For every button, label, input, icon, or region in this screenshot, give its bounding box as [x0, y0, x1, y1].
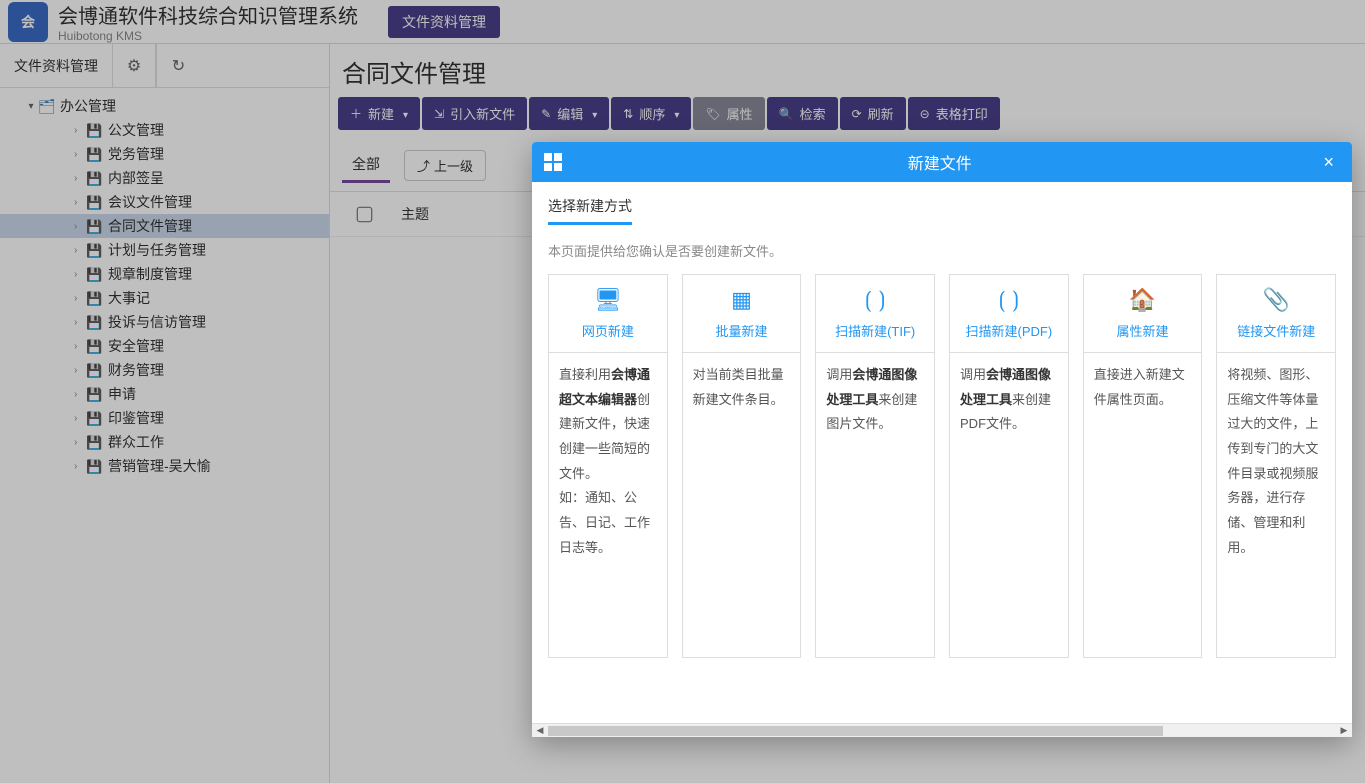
create-option-card[interactable]: 🏠 属性新建直接进入新建文件属性页面。: [1083, 274, 1203, 658]
card-header: 📎 链接文件新建: [1217, 275, 1335, 353]
modal-body: 选择新建方式 本页面提供给您确认是否要创建新文件。 🖥 网页新建直接利用会博通超文…: [532, 182, 1352, 723]
modal-horizontal-scrollbar[interactable]: ◀ ▶: [532, 723, 1352, 737]
modal-tab-select-method[interactable]: 选择新建方式: [548, 196, 632, 225]
scroll-thumb[interactable]: [548, 726, 1163, 736]
create-option-card[interactable]: 🖥 网页新建直接利用会博通超文本编辑器创建新文件，快速创建一些简短的文件。如：通知…: [548, 274, 668, 658]
card-header: 🖥 网页新建: [549, 275, 667, 353]
grid-icon: [544, 153, 562, 171]
new-file-modal: 新建文件 × 选择新建方式 本页面提供给您确认是否要创建新文件。 🖥 网页新建直接…: [532, 142, 1352, 737]
card-description: 将视频、图形、压缩文件等体量过大的文件，上传到专门的大文件目录或视频服务器，进行…: [1217, 353, 1335, 657]
card-header: ⟮ ⟯ 扫描新建(PDF): [950, 275, 1068, 353]
card-description: 对当前类目批量新建文件条目。: [683, 353, 801, 657]
card-description: 调用会博通图像处理工具来创建图片文件。: [816, 353, 934, 657]
card-icon: 🖥: [594, 287, 622, 313]
card-description: 调用会博通图像处理工具来创建PDF文件。: [950, 353, 1068, 657]
card-label: 扫描新建(PDF): [966, 321, 1053, 340]
card-row: 🖥 网页新建直接利用会博通超文本编辑器创建新文件，快速创建一些简短的文件。如：通知…: [548, 274, 1336, 658]
card-icon: ▦: [731, 287, 752, 313]
create-option-card[interactable]: 📎 链接文件新建将视频、图形、压缩文件等体量过大的文件，上传到专门的大文件目录或视…: [1216, 274, 1336, 658]
create-option-card[interactable]: ▦ 批量新建对当前类目批量新建文件条目。: [682, 274, 802, 658]
card-icon: 📎: [1262, 287, 1289, 313]
card-header: ⟮ ⟯ 扫描新建(TIF): [816, 275, 934, 353]
card-icon: ⟮ ⟯: [998, 287, 1019, 313]
modal-title: 新建文件: [562, 150, 1317, 174]
scroll-right-arrow[interactable]: ▶: [1336, 725, 1352, 736]
card-label: 批量新建: [716, 321, 768, 340]
close-button[interactable]: ×: [1317, 152, 1340, 173]
card-label: 属性新建: [1117, 321, 1169, 340]
card-header: 🏠 属性新建: [1084, 275, 1202, 353]
scroll-left-arrow[interactable]: ◀: [532, 725, 548, 736]
create-option-card[interactable]: ⟮ ⟯ 扫描新建(TIF) 调用会博通图像处理工具来创建图片文件。: [815, 274, 935, 658]
card-label: 网页新建: [582, 321, 634, 340]
card-label: 扫描新建(TIF): [835, 321, 915, 340]
card-icon: 🏠: [1129, 287, 1156, 313]
card-header: ▦ 批量新建: [683, 275, 801, 353]
modal-header: 新建文件 ×: [532, 142, 1352, 182]
card-label: 链接文件新建: [1237, 321, 1315, 340]
modal-description: 本页面提供给您确认是否要创建新文件。: [548, 241, 1336, 260]
card-icon: ⟮ ⟯: [865, 287, 886, 313]
create-option-card[interactable]: ⟮ ⟯ 扫描新建(PDF) 调用会博通图像处理工具来创建PDF文件。: [949, 274, 1069, 658]
card-description: 直接利用会博通超文本编辑器创建新文件，快速创建一些简短的文件。如：通知、公告、日…: [549, 353, 667, 657]
card-description: 直接进入新建文件属性页面。: [1084, 353, 1202, 657]
scroll-track[interactable]: [548, 726, 1336, 736]
